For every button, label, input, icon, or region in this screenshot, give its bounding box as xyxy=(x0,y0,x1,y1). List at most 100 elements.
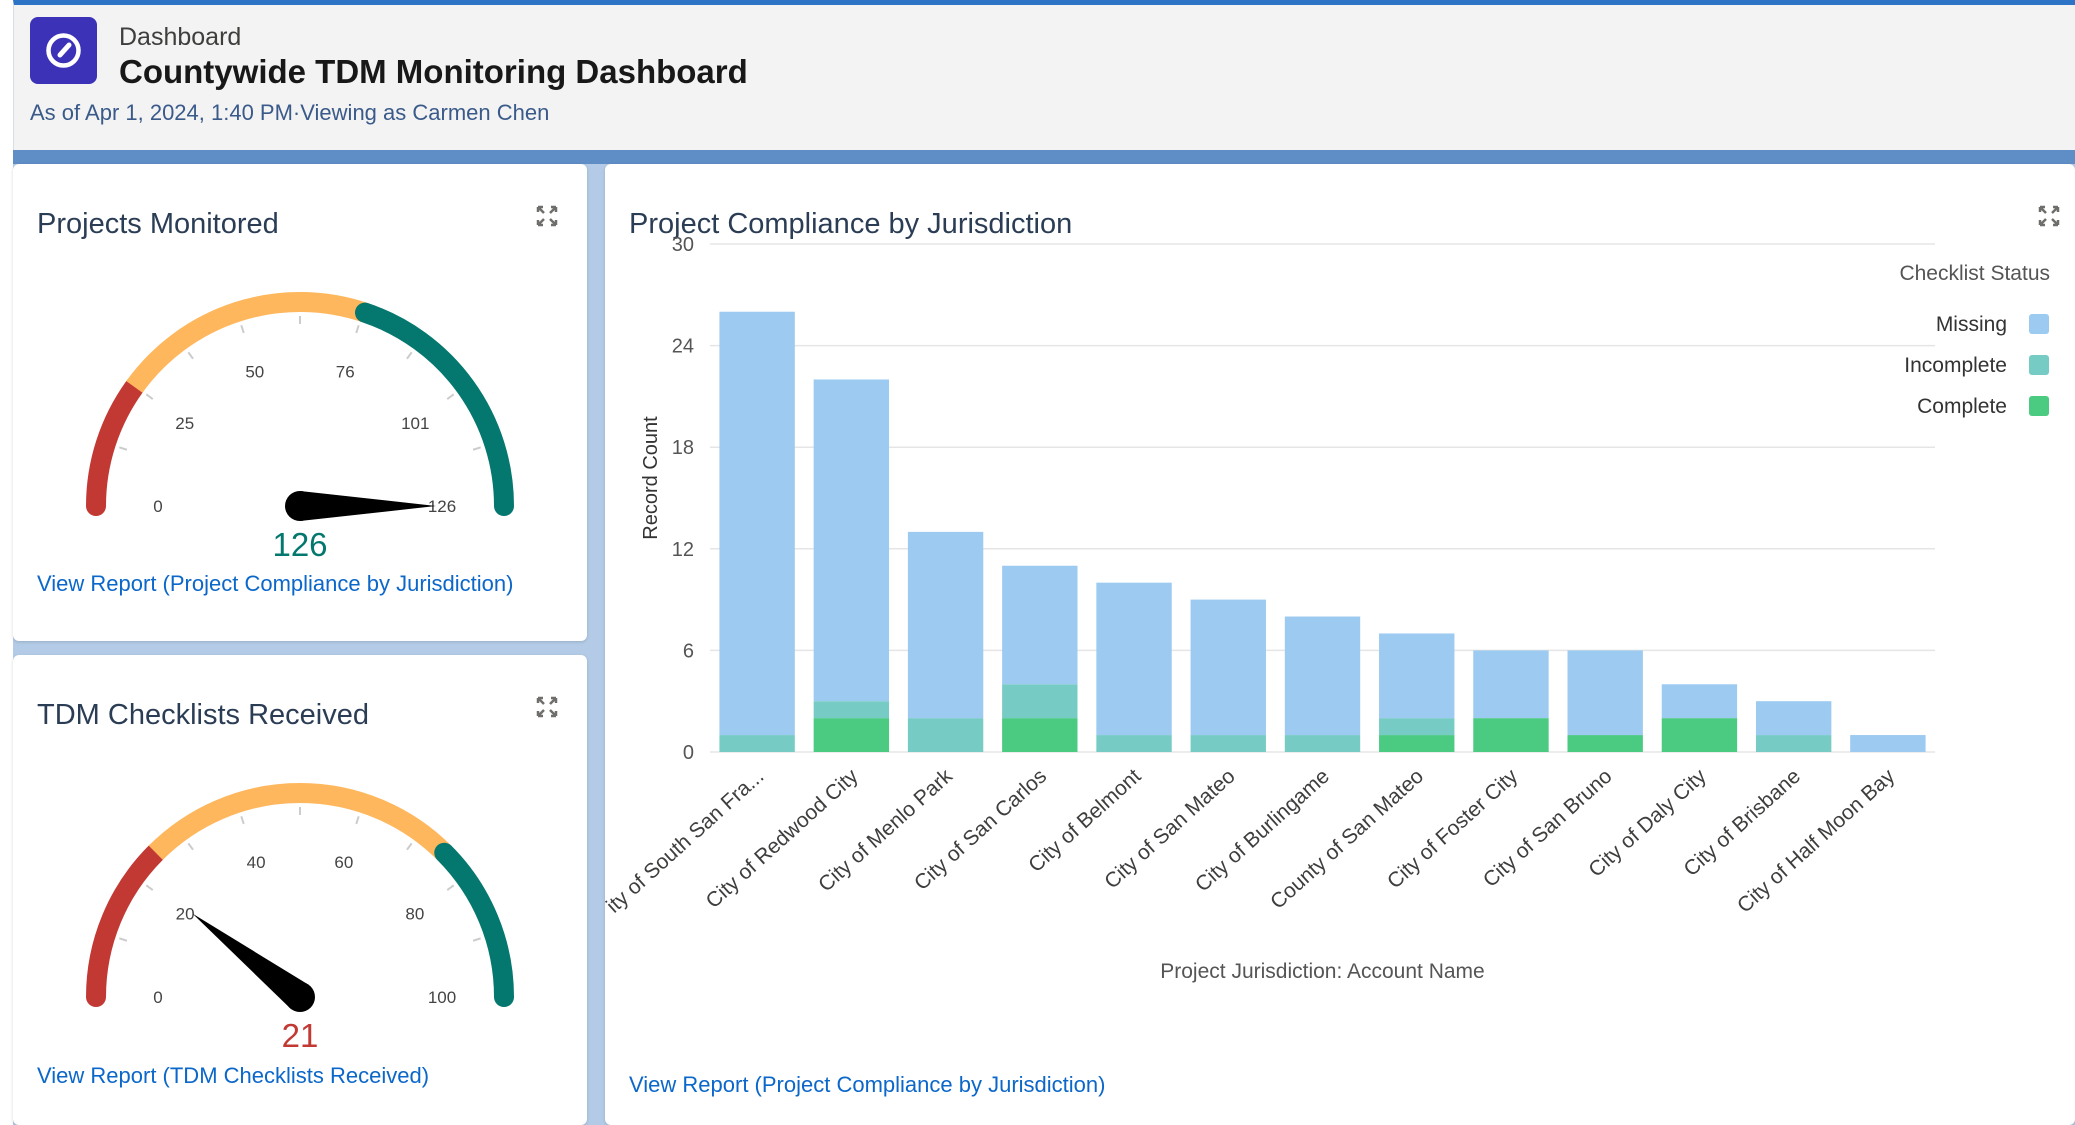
projects-gauge-needle xyxy=(300,491,436,521)
dashboard-timestamp: As of Apr 1, 2024, 1:40 PM·Viewing as Ca… xyxy=(30,100,550,125)
checklists-gauge-tick-mark xyxy=(187,842,194,851)
y-tick-label: 12 xyxy=(672,539,694,561)
bar-segment-incomplete[interactable] xyxy=(1379,718,1455,736)
bar-segment-complete[interactable] xyxy=(813,718,890,752)
checklists-gauge-tick-mark xyxy=(472,937,482,942)
projects-gauge-tick-label: 76 xyxy=(336,362,355,381)
page-title: Countywide TDM Monitoring Dashboard xyxy=(119,53,748,90)
bar-segment-incomplete[interactable] xyxy=(1284,735,1361,752)
compliance-view-report-link[interactable]: View Report (Project Compliance by Juris… xyxy=(629,1072,1105,1098)
bar-segment-missing[interactable] xyxy=(719,311,795,736)
bar-segment-missing[interactable] xyxy=(907,531,984,719)
bar-segment-incomplete[interactable] xyxy=(813,701,890,719)
bar-segment-missing[interactable] xyxy=(1379,633,1455,719)
bar-segment-complete[interactable] xyxy=(1002,718,1078,752)
checklists-view-report-link[interactable]: View Report (TDM Checklists Received) xyxy=(37,1063,429,1089)
projects-gauge-tick-mark xyxy=(355,324,360,334)
legend-label-incomplete: Incomplete xyxy=(1904,354,2007,377)
bar-segment-incomplete[interactable] xyxy=(1002,684,1078,719)
expand-icon[interactable] xyxy=(535,204,559,228)
dashboard-canvas: Projects Monitored 0 25 50 76 101 126 126 View… xyxy=(13,150,2075,1125)
checklists-gauge-tick-mark xyxy=(355,815,360,825)
projects-gauge-tick-mark xyxy=(187,351,194,360)
checklists-gauge: 0 20 40 60 80 100 21 xyxy=(86,783,514,1054)
projects-gauge-tick-mark xyxy=(145,393,154,400)
checklists-gauge-tick-label: 40 xyxy=(247,853,266,872)
bar-segment-incomplete[interactable] xyxy=(719,735,795,752)
checklists-gauge-needle xyxy=(192,913,310,1009)
projects-view-report-link[interactable]: View Report (Project Compliance by Juris… xyxy=(37,571,513,597)
projects-gauge-tick-label: 101 xyxy=(401,414,429,433)
tdm-checklists-title: TDM Checklists Received xyxy=(37,699,369,731)
checklists-gauge-tick-mark xyxy=(118,937,128,942)
tdm-checklists-card: TDM Checklists Received 0 20 40 60 80 100 21 V… xyxy=(13,655,587,1125)
projects-gauge-band-0 xyxy=(86,376,145,516)
legend-label-complete: Complete xyxy=(1917,395,2007,418)
bar-segment-missing[interactable] xyxy=(1850,735,1926,752)
expand-icon[interactable] xyxy=(535,695,559,719)
x-axis-label: Project Jurisdiction: Account Name xyxy=(1160,960,1484,983)
y-tick-label: 6 xyxy=(683,640,694,662)
projects-gauge-tick-label: 0 xyxy=(153,497,162,516)
bar-segment-missing[interactable] xyxy=(1190,599,1266,736)
checklists-gauge-tick-label: 60 xyxy=(334,853,353,872)
x-category-label: County of San Mateo xyxy=(1266,765,1428,914)
checklists-gauge-tick-label: 80 xyxy=(405,905,424,924)
bar-segment-missing[interactable] xyxy=(1567,650,1643,736)
legend-title: Checklist Status xyxy=(1899,262,2050,285)
bar-segment-missing[interactable] xyxy=(1661,684,1738,719)
bar-segment-incomplete[interactable] xyxy=(1096,735,1172,752)
checklists-gauge-band-0 xyxy=(86,842,166,1007)
project-compliance-card: Project Compliance by Jurisdiction 0 6 12 1… xyxy=(605,164,2075,1125)
dashboard-gauge-icon xyxy=(30,17,97,84)
bar-segment-missing[interactable] xyxy=(813,379,890,702)
y-tick-label: 30 xyxy=(672,234,694,256)
legend-label-missing: Missing xyxy=(1936,313,2007,336)
y-tick-label: 18 xyxy=(672,437,694,459)
bar-segment-missing[interactable] xyxy=(1284,616,1361,736)
breadcrumb[interactable]: Dashboard xyxy=(119,23,241,52)
checklists-gauge-tick-mark xyxy=(145,884,154,891)
checklists-gauge-tick-label: 100 xyxy=(428,988,456,1007)
canvas-band xyxy=(13,150,2075,164)
compliance-bar-chart: 0 6 12 18 24 30 Record Count ity of South San F… xyxy=(605,234,2050,983)
bar-segment-missing[interactable] xyxy=(1755,701,1832,736)
projects-gauge-tick-mark xyxy=(406,351,413,360)
projects-gauge-tick-mark xyxy=(472,446,482,451)
legend-swatch-missing[interactable] xyxy=(2029,314,2049,334)
y-tick-label: 0 xyxy=(683,742,694,764)
legend-swatch-complete[interactable] xyxy=(2029,396,2049,416)
bar-segment-complete[interactable] xyxy=(1473,718,1549,752)
checklists-gauge-tick-label: 20 xyxy=(176,905,195,924)
x-category-label: ity of South San Fra... xyxy=(605,765,768,918)
projects-gauge: 0 25 50 76 101 126 126 xyxy=(86,292,514,563)
x-category-label: City of Redwood City xyxy=(702,764,863,913)
projects-gauge-band-2 xyxy=(354,302,514,516)
projects-gauge-tick-label: 126 xyxy=(428,497,456,516)
y-tick-label: 24 xyxy=(672,336,694,358)
bar-segment-incomplete[interactable] xyxy=(1190,735,1266,752)
checklists-gauge-band-1 xyxy=(148,783,452,860)
bar-segment-complete[interactable] xyxy=(1567,735,1643,752)
bar-segment-missing[interactable] xyxy=(1002,565,1078,685)
checklists-gauge-tick-label: 0 xyxy=(153,988,162,1007)
bar-segment-missing[interactable] xyxy=(1096,582,1172,736)
projects-gauge-tick-mark xyxy=(446,393,455,400)
bar-segment-incomplete[interactable] xyxy=(1755,735,1832,752)
checklists-gauge-value: 21 xyxy=(282,1017,319,1054)
projects-gauge-tick-label: 25 xyxy=(175,414,194,433)
projects-monitored-title: Projects Monitored xyxy=(37,208,279,240)
projects-gauge-value: 126 xyxy=(272,526,327,563)
legend-swatch-incomplete[interactable] xyxy=(2029,355,2049,375)
checklists-gauge-tick-mark xyxy=(446,884,455,891)
bar-segment-incomplete[interactable] xyxy=(907,718,984,752)
projects-monitored-card: Projects Monitored 0 25 50 76 101 126 126 View… xyxy=(13,164,587,641)
bar-segment-complete[interactable] xyxy=(1379,735,1455,752)
projects-gauge-tick-mark xyxy=(240,324,245,334)
checklists-gauge-tick-mark xyxy=(240,815,245,825)
bar-segment-missing[interactable] xyxy=(1473,650,1549,719)
checklists-gauge-band-2 xyxy=(434,842,514,1007)
bar-segment-complete[interactable] xyxy=(1661,718,1738,752)
checklists-gauge-tick-mark xyxy=(406,842,413,851)
dashboard-header: Dashboard Countywide TDM Monitoring Dash… xyxy=(13,0,2075,150)
